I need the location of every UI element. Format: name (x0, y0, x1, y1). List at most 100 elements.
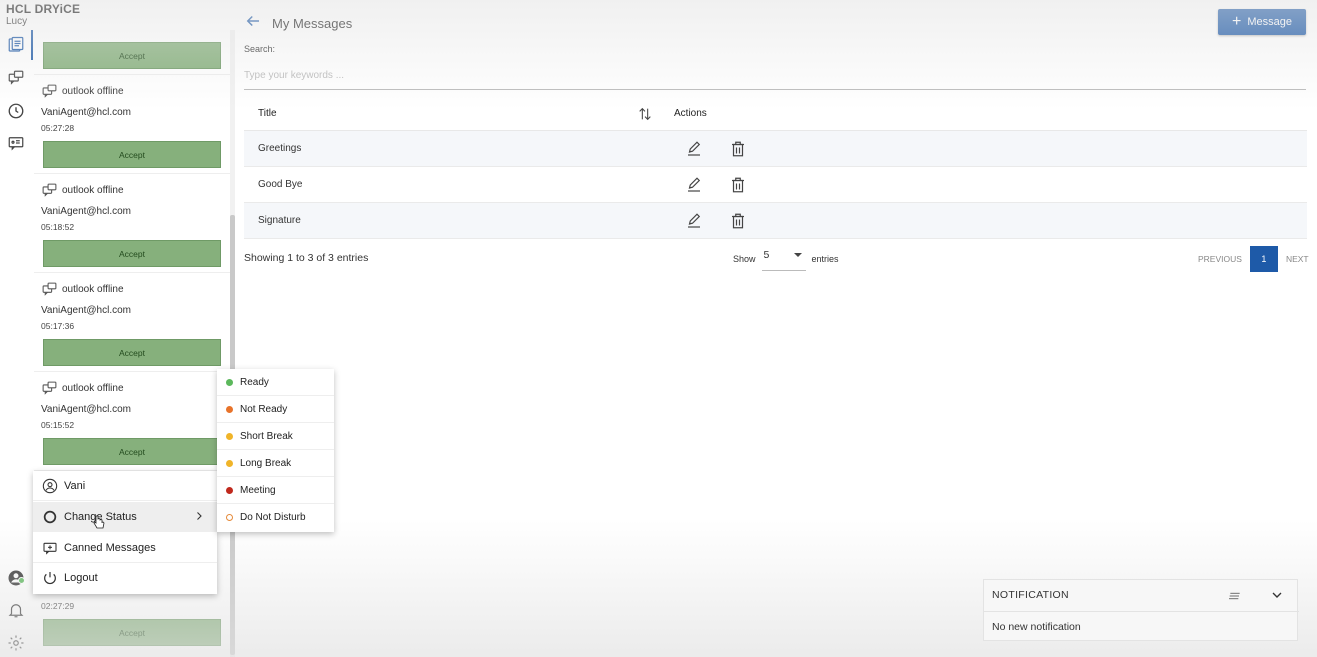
bell-icon[interactable] (7, 601, 25, 619)
page-title: My Messages (272, 16, 353, 31)
brand: HCL DRYiCE Lucy (6, 2, 96, 27)
column-actions: Actions (674, 108, 707, 119)
active-indicator (31, 30, 33, 60)
canned-message-icon[interactable] (7, 134, 25, 152)
status-label: Ready (240, 376, 269, 388)
profile-menu: Vani Change Status Canned Messages Logou… (33, 471, 217, 594)
notification-panel: NOTIFICATION No new notification (983, 579, 1299, 641)
chat-time: 05:17:36 (41, 321, 75, 331)
messages-table: Title Actions Greetings Good Bye Signatu… (244, 97, 1307, 239)
edit-pencil-icon[interactable] (685, 140, 703, 158)
chevron-down-icon[interactable] (1269, 587, 1285, 603)
chat-icon (42, 282, 57, 296)
message-list-icon[interactable] (7, 36, 25, 54)
accept-button[interactable]: Accept (43, 141, 221, 168)
accept-button[interactable]: Accept (43, 339, 221, 366)
plus-icon: + (1232, 13, 1242, 30)
chat-item[interactable]: outlook offline VaniAgent@hcl.com 05:15:… (34, 372, 230, 471)
main-panel: My Messages + Message Search: Title Acti… (236, 0, 1317, 657)
status-option-not-ready[interactable]: Not Ready (217, 396, 334, 423)
chat-channel: outlook offline (41, 83, 124, 100)
chat-time: 05:15:52 (41, 420, 75, 430)
page-header: My Messages + Message (236, 0, 1317, 45)
status-dot-icon (226, 459, 233, 467)
row-title: Signature (258, 215, 301, 226)
page-1-button[interactable]: 1 (1249, 246, 1278, 272)
accept-button[interactable]: Accept (43, 619, 221, 646)
status-label: Not Ready (240, 403, 288, 415)
menu-item-profile[interactable]: Vani (33, 471, 217, 501)
sort-icon[interactable] (637, 106, 653, 122)
chat-icon (42, 183, 57, 197)
agent-status-dot (18, 577, 25, 584)
edit-pencil-icon[interactable] (685, 176, 703, 194)
clear-all-icon[interactable] (1227, 588, 1243, 604)
menu-item-change-status[interactable]: Change Status (33, 502, 217, 532)
user-circle-icon (42, 478, 58, 493)
accept-button[interactable]: Accept (43, 240, 221, 267)
hand-cursor-icon (93, 515, 105, 529)
chat-item[interactable]: outlook offline VaniAgent@hcl.com 05:18:… (34, 174, 230, 273)
status-label: Short Break (240, 430, 293, 442)
status-option-short-break[interactable]: Short Break (217, 423, 334, 450)
status-dot-icon (226, 486, 233, 494)
chat-time: 05:27:28 (41, 123, 75, 133)
entries-label: entries (811, 254, 839, 264)
chat-time: 02:27:29 (41, 601, 75, 611)
status-option-long-break[interactable]: Long Break (217, 450, 334, 477)
trash-icon[interactable] (729, 176, 747, 194)
previous-button[interactable]: PREVIOUS (1198, 254, 1242, 264)
chat-channel-label: outlook offline (62, 383, 124, 394)
history-clock-icon[interactable] (7, 102, 25, 120)
chat-icon[interactable] (7, 69, 25, 87)
row-title: Greetings (258, 143, 302, 154)
status-option-ready[interactable]: Ready (217, 369, 334, 396)
menu-item-logout[interactable]: Logout (33, 563, 217, 593)
accept-button[interactable]: Accept (43, 438, 221, 465)
chat-channel: outlook offline (41, 380, 124, 397)
status-dot-icon (226, 514, 233, 521)
chat-channel-label: outlook offline (62, 284, 124, 295)
icon-rail (0, 30, 33, 657)
notification-empty-text: No new notification (992, 621, 1081, 633)
status-label: Meeting (240, 484, 276, 496)
brand-logo: HCL DRYiCE (6, 2, 81, 16)
menu-item-label: Vani (64, 479, 86, 492)
trash-icon[interactable] (729, 212, 747, 230)
chat-item[interactable]: outlook offline VaniAgent@hcl.com 05:17:… (34, 273, 230, 372)
trash-icon[interactable] (729, 140, 747, 158)
table-row: Signature (244, 203, 1307, 239)
edit-pencil-icon[interactable] (685, 212, 703, 230)
status-dot-icon (226, 432, 233, 440)
search-label: Search: (244, 44, 276, 54)
new-message-button[interactable]: + Message (1218, 9, 1306, 35)
chat-time: 05:18:52 (41, 222, 75, 232)
entries-summary: Showing 1 to 3 of 3 entries (244, 252, 369, 264)
search-input[interactable] (244, 62, 1306, 90)
arrow-left-icon[interactable] (244, 12, 262, 30)
status-label: Do Not Disturb (240, 512, 306, 523)
page-size-value: 5 (763, 249, 770, 261)
status-option-meeting[interactable]: Meeting (217, 477, 334, 504)
table-header: Title Actions (244, 97, 1307, 131)
next-button[interactable]: NEXT (1286, 254, 1309, 264)
chat-channel: outlook offline (41, 182, 124, 199)
show-label: Show (733, 254, 756, 264)
row-title: Good Bye (258, 179, 303, 190)
menu-item-label: Canned Messages (64, 541, 156, 554)
status-option-do-not-disturb[interactable]: Do Not Disturb (217, 504, 334, 531)
page-size-select[interactable]: 5 (761, 247, 806, 271)
status-circle-icon (43, 510, 57, 523)
accept-button[interactable]: Accept (43, 42, 221, 69)
table-row: Greetings (244, 131, 1307, 167)
chat-channel-label: outlook offline (62, 185, 124, 196)
settings-gear-icon[interactable] (7, 634, 25, 652)
caret-down-icon (793, 253, 802, 257)
menu-item-canned-messages[interactable]: Canned Messages (33, 533, 217, 563)
status-label: Long Break (240, 457, 292, 469)
chat-channel-label: outlook offline (62, 86, 124, 97)
chat-channel: outlook offline (41, 281, 124, 298)
status-dot-icon (226, 405, 233, 413)
chat-item[interactable]: outlook offline VaniAgent@hcl.com 05:27:… (34, 75, 230, 174)
column-title: Title (258, 108, 277, 119)
